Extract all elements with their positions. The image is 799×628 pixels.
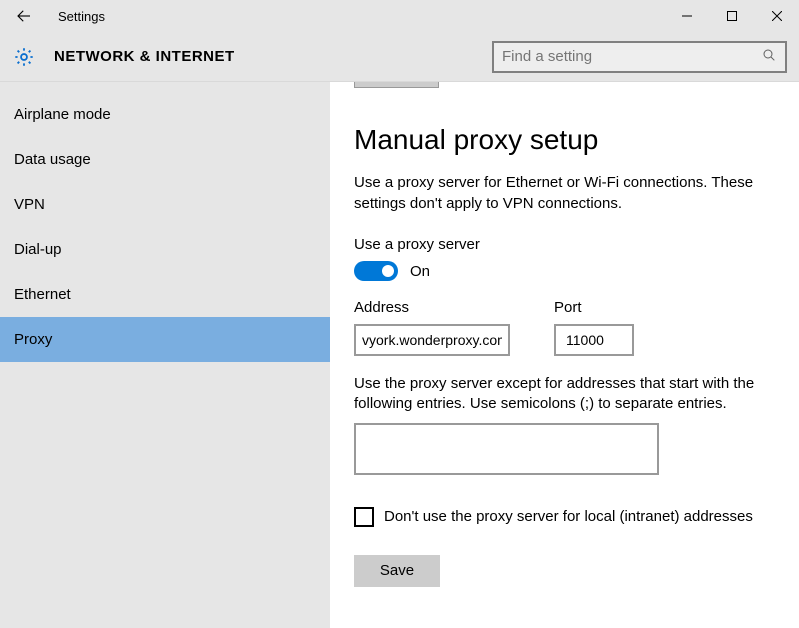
address-label: Address [354, 299, 510, 316]
sidebar-item-proxy[interactable]: Proxy [0, 317, 330, 362]
local-bypass-checkbox[interactable] [354, 507, 374, 527]
maximize-button[interactable] [709, 0, 754, 32]
gear-icon [12, 45, 36, 69]
header: NETWORK & INTERNET [0, 32, 799, 82]
minimize-button[interactable] [664, 0, 709, 32]
toggle-knob [382, 265, 394, 277]
sidebar-item-label: Proxy [14, 331, 52, 348]
main-panel: Manual proxy setup Use a proxy server fo… [330, 82, 799, 628]
title-bar: Settings [0, 0, 799, 32]
sidebar-item-dial-up[interactable]: Dial-up [0, 227, 330, 272]
sidebar-item-label: Airplane mode [14, 106, 111, 123]
sidebar-item-vpn[interactable]: VPN [0, 182, 330, 227]
toggle-state-label: On [410, 263, 430, 280]
category-title: NETWORK & INTERNET [54, 48, 235, 65]
back-button[interactable] [0, 0, 48, 32]
bypass-description: Use the proxy server except for addresse… [354, 374, 775, 415]
bypass-input[interactable] [354, 423, 659, 475]
window-title: Settings [58, 9, 105, 24]
sidebar-item-data-usage[interactable]: Data usage [0, 137, 330, 182]
save-button[interactable]: Save [354, 555, 440, 587]
toggle-label: Use a proxy server [354, 236, 775, 253]
window-controls [664, 0, 799, 32]
search-input[interactable] [502, 48, 761, 65]
local-bypass-label: Don't use the proxy server for local (in… [384, 508, 753, 525]
sidebar-item-label: VPN [14, 196, 45, 213]
address-input[interactable] [354, 324, 510, 356]
sidebar-item-label: Ethernet [14, 286, 71, 303]
sidebar-item-airplane-mode[interactable]: Airplane mode [0, 92, 330, 137]
search-icon [761, 47, 777, 67]
close-button[interactable] [754, 0, 799, 32]
sidebar-item-label: Dial-up [14, 241, 62, 258]
port-input[interactable] [554, 324, 634, 356]
save-button-label: Save [380, 562, 414, 579]
sidebar: Airplane mode Data usage VPN Dial-up Eth… [0, 82, 330, 628]
cut-off-element [354, 82, 439, 88]
sidebar-item-label: Data usage [14, 151, 91, 168]
port-label: Port [554, 299, 634, 316]
use-proxy-toggle[interactable] [354, 261, 398, 281]
section-description: Use a proxy server for Ethernet or Wi-Fi… [354, 172, 774, 214]
section-title: Manual proxy setup [354, 124, 775, 156]
search-box[interactable] [492, 41, 787, 73]
sidebar-item-ethernet[interactable]: Ethernet [0, 272, 330, 317]
